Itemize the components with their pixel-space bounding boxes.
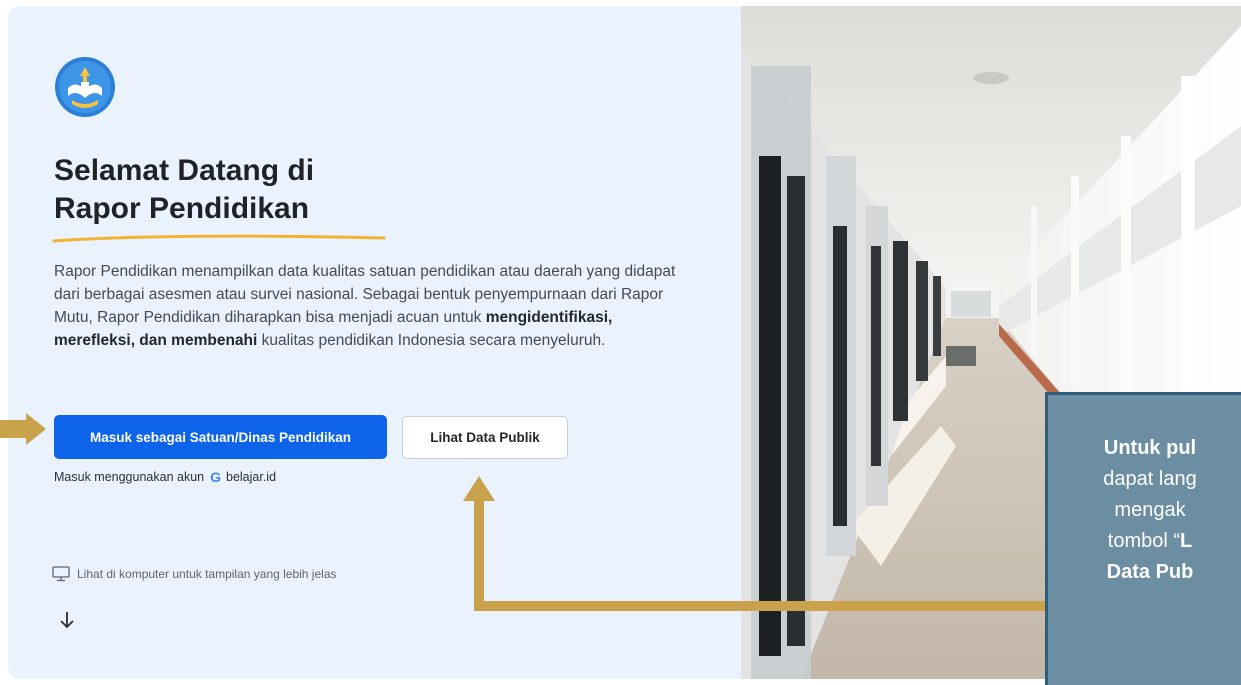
callout-line-5: Data Pub	[1106, 561, 1194, 583]
callout-line-4-prefix: tombol “	[1107, 530, 1181, 552]
annotation-callout: Untuk pul dapat lang mengak tombol “L Da…	[1045, 392, 1241, 685]
callout-line-1: Untuk pul	[1103, 437, 1197, 459]
callout-line-4: tombol “L	[1048, 526, 1241, 557]
callout-line-3: mengak	[1114, 499, 1186, 521]
callout-line-2: dapat lang	[1103, 468, 1197, 490]
callout-line-4-bold: L	[1180, 530, 1193, 552]
